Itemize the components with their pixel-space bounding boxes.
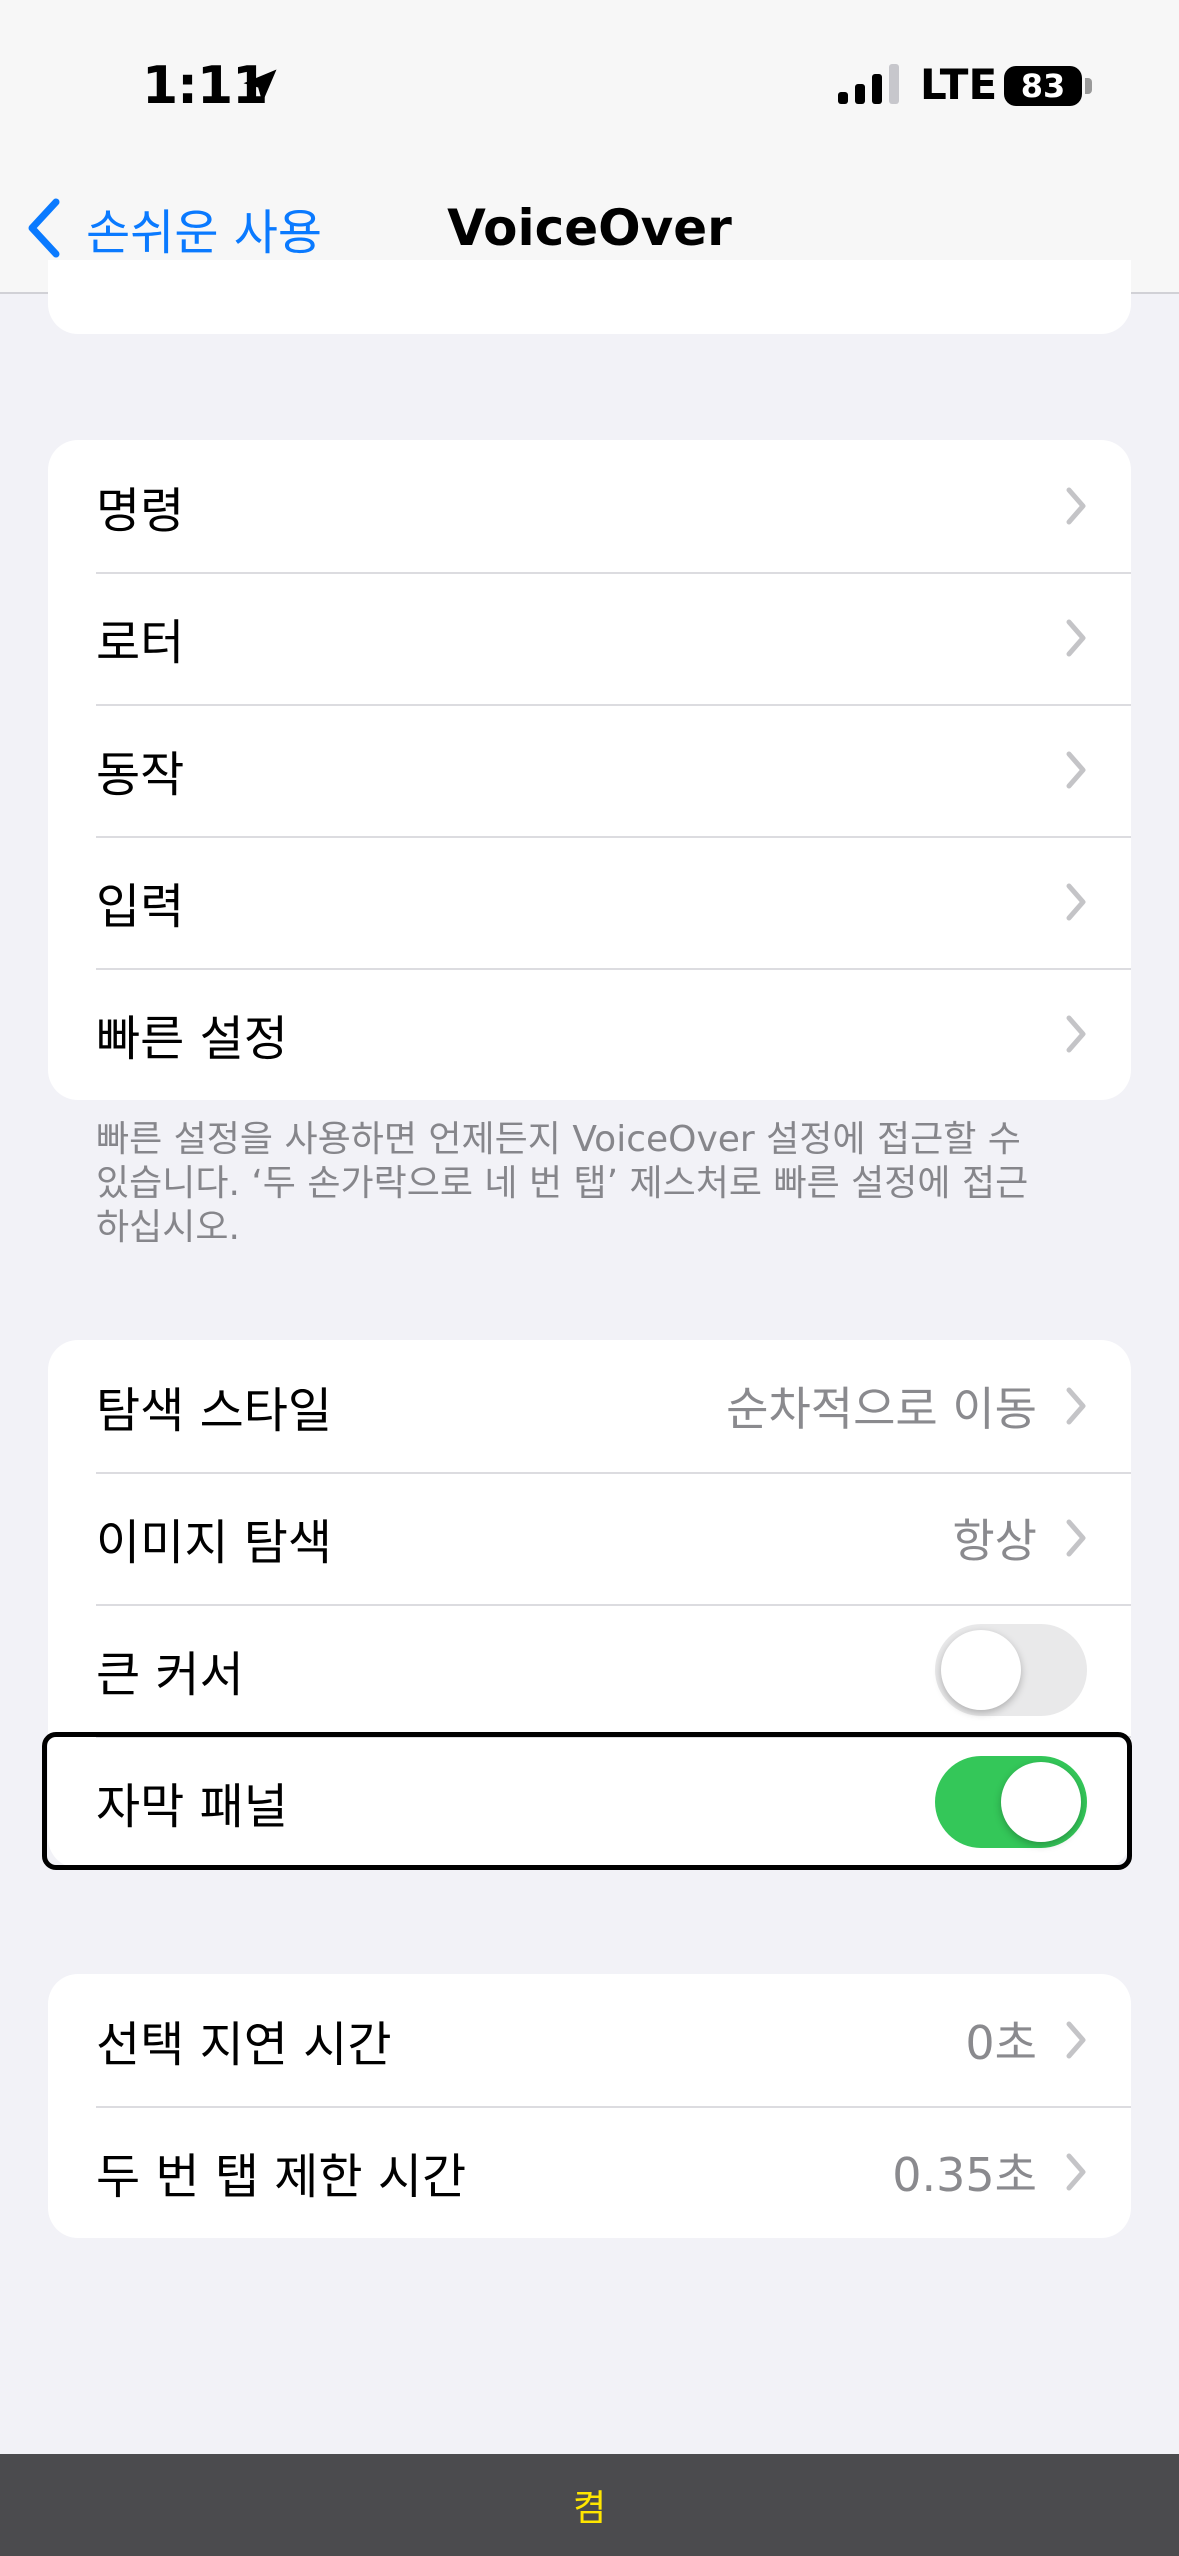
row-navigation-style[interactable]: 탐색 스타일 순차적으로 이동 (48, 1340, 1131, 1472)
row-selection-delay[interactable]: 선택 지연 시간 0초 (48, 1974, 1131, 2106)
battery-icon: 83 (1004, 66, 1082, 106)
row-caption-panel: 자막 패널 (48, 1736, 1131, 1868)
toggle-knob (941, 1630, 1021, 1710)
quick-settings-footer-note: 빠른 설정을 사용하면 언제든지 VoiceOver 설정에 접근할 수 있습니… (96, 1119, 1029, 1248)
chevron-left-icon (28, 198, 60, 258)
row-actions[interactable]: 동작 (48, 704, 1131, 836)
row-label: 입력 (96, 879, 185, 935)
network-type: LTE (920, 60, 998, 109)
row-label: 큰 커서 (96, 1647, 244, 1703)
row-large-cursor: 큰 커서 (48, 1604, 1131, 1736)
signal-bars-icon (838, 64, 899, 104)
row-label: 선택 지연 시간 (96, 2017, 392, 2073)
toggle-knob (1001, 1762, 1081, 1842)
large-cursor-toggle[interactable] (935, 1624, 1087, 1716)
row-rotor[interactable]: 로터 (48, 572, 1131, 704)
location-arrow-icon (243, 69, 277, 103)
row-typing[interactable]: 입력 (48, 836, 1131, 968)
chevron-right-icon (1066, 883, 1086, 921)
row-label: 빠른 설정 (96, 1011, 288, 1067)
voiceover-caption-panel: 켬 (0, 2454, 1179, 2556)
voiceover-settings-screen: 1:11 LTE 83 VoiceOver 손쉬운 사용 명령 로터 동작 입력… (0, 0, 1179, 2556)
chevron-right-icon (1066, 1015, 1086, 1053)
row-label: 자막 패널 (96, 1779, 288, 1835)
status-bar: 1:11 LTE 83 (0, 0, 1179, 160)
settings-group-navigation-style: 탐색 스타일 순차적으로 이동 이미지 탐색 항상 큰 커서 자막 패널 (48, 1340, 1131, 1868)
chevron-right-icon (1066, 487, 1086, 525)
row-label: 로터 (96, 615, 185, 671)
chevron-right-icon (1066, 2153, 1086, 2191)
caption-text: 켬 (572, 2488, 607, 2529)
row-label: 탐색 스타일 (96, 1383, 333, 1439)
row-label: 동작 (96, 747, 185, 803)
caption-panel-toggle[interactable] (935, 1756, 1087, 1848)
row-navigate-images[interactable]: 이미지 탐색 항상 (48, 1472, 1131, 1604)
chevron-right-icon (1066, 1519, 1086, 1557)
chevron-right-icon (1066, 751, 1086, 789)
row-label: 명령 (96, 483, 185, 539)
row-value: 0.35초 (892, 2148, 1037, 2202)
row-commands[interactable]: 명령 (48, 440, 1131, 572)
chevron-right-icon (1066, 619, 1086, 657)
back-button[interactable]: 손쉬운 사용 (24, 196, 323, 261)
row-value: 순차적으로 이동 (726, 1382, 1037, 1436)
row-value: 항상 (952, 1514, 1037, 1568)
row-quick-settings[interactable]: 빠른 설정 (48, 968, 1131, 1100)
settings-group-partial (48, 260, 1131, 334)
row-label: 두 번 탭 제한 시간 (96, 2149, 467, 2205)
chevron-right-icon (1066, 1387, 1086, 1425)
battery-tip (1085, 78, 1092, 94)
settings-group-navigation: 명령 로터 동작 입력 빠른 설정 (48, 440, 1131, 1100)
back-button-label: 손쉬운 사용 (86, 205, 323, 261)
settings-group-timing: 선택 지연 시간 0초 두 번 탭 제한 시간 0.35초 (48, 1974, 1131, 2238)
row-double-tap-timeout[interactable]: 두 번 탭 제한 시간 0.35초 (48, 2106, 1131, 2238)
row-label: 이미지 탐색 (96, 1515, 333, 1571)
chevron-right-icon (1066, 2021, 1086, 2059)
row-value: 0초 (965, 2016, 1037, 2070)
battery-level: 83 (1020, 67, 1066, 105)
